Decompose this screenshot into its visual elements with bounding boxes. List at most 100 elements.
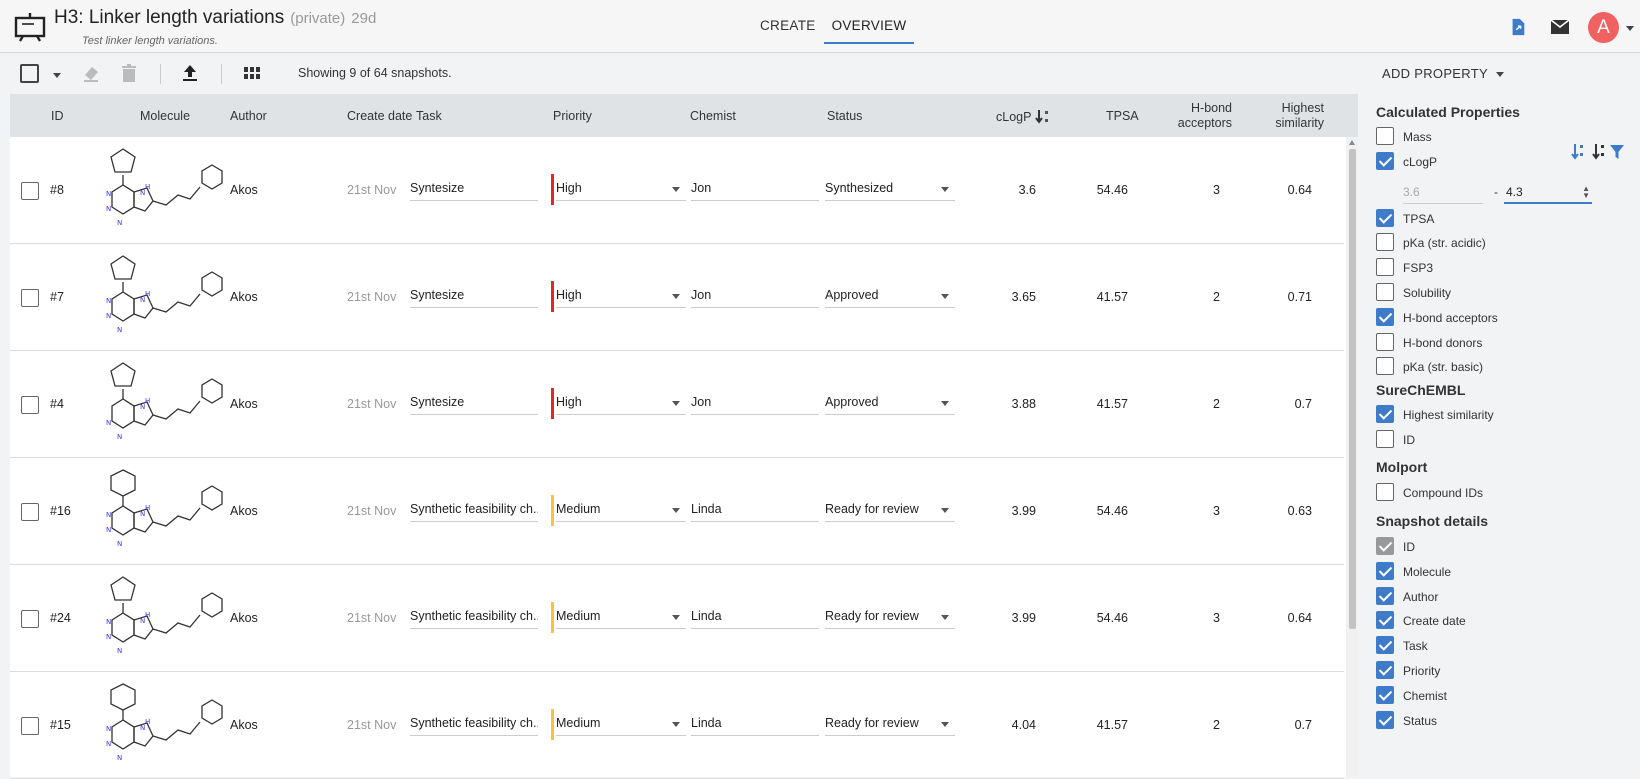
priority-select[interactable]: Medium: [556, 714, 686, 736]
property-checkbox[interactable]: [1376, 685, 1394, 704]
chevron-down-icon: [1495, 72, 1504, 78]
molecule-structure-image[interactable]: HNNNN: [100, 680, 230, 772]
add-property-button[interactable]: ADD PROPERTY: [1382, 66, 1504, 81]
molecule-structure-image[interactable]: HNNN: [100, 359, 230, 451]
row-checkbox[interactable]: [21, 610, 39, 628]
table-row[interactable]: #15 HNNNN Akos 21st Nov Synthetic feasib…: [10, 672, 1344, 779]
task-input[interactable]: Syntesize: [410, 286, 538, 308]
select-menu-caret-icon[interactable]: [53, 73, 61, 78]
trash-icon[interactable]: [119, 63, 139, 83]
property-checkbox[interactable]: [1376, 307, 1394, 326]
property-checkbox[interactable]: [1376, 405, 1394, 423]
row-checkbox[interactable]: [21, 182, 39, 200]
chemist-input[interactable]: Linda: [691, 500, 819, 522]
col-header-molecule[interactable]: Molecule: [140, 109, 190, 123]
clogp-range-min-input[interactable]: 3.6: [1403, 182, 1483, 204]
row-checkbox[interactable]: [21, 503, 39, 521]
property-checkbox[interactable]: [1376, 283, 1394, 301]
chemist-input[interactable]: Jon: [691, 393, 819, 415]
property-checkbox[interactable]: [1376, 127, 1394, 145]
property-checkbox[interactable]: [1376, 537, 1394, 555]
row-checkbox[interactable]: [21, 717, 39, 735]
property-checkbox[interactable]: [1376, 710, 1394, 729]
row-checkbox[interactable]: [21, 289, 39, 307]
property-checkbox[interactable]: [1376, 429, 1394, 448]
priority-select[interactable]: High: [556, 179, 686, 201]
col-header-status[interactable]: Status: [827, 109, 862, 123]
scroll-up-arrow-icon[interactable]: [1349, 140, 1355, 145]
upload-icon[interactable]: [180, 63, 200, 83]
chemist-input[interactable]: Jon: [691, 286, 819, 308]
property-checkbox[interactable]: [1376, 233, 1394, 252]
task-input[interactable]: Synthetic feasibility ch...: [410, 714, 538, 736]
priority-select[interactable]: High: [556, 286, 686, 308]
molecule-structure-image[interactable]: HNNNN: [100, 252, 230, 344]
priority-select[interactable]: Medium: [556, 500, 686, 522]
task-input[interactable]: Synthetic feasibility ch...: [410, 500, 538, 522]
col-header-priority[interactable]: Priority: [553, 109, 592, 123]
table-row[interactable]: #8 HNNNN Akos 21st Nov Syntesize High Jo…: [10, 137, 1344, 244]
molecule-structure-image[interactable]: HNNNN: [100, 466, 230, 558]
table-row[interactable]: #7 HNNNN Akos 21st Nov Syntesize High Jo…: [10, 244, 1344, 351]
sort-ascending-icon[interactable]: [1571, 144, 1583, 160]
clogp-range-max-input[interactable]: 4.3 ▲ ▼: [1504, 182, 1592, 204]
task-input[interactable]: Syntesize: [410, 393, 538, 415]
col-header-id[interactable]: ID: [51, 109, 64, 123]
presentation-board-icon[interactable]: [14, 10, 46, 42]
task-input[interactable]: Synthetic feasibility ch...: [410, 607, 538, 629]
tab-overview[interactable]: OVERVIEW: [823, 0, 915, 44]
scrollbar-thumb[interactable]: [1349, 149, 1356, 629]
property-checkbox[interactable]: [1376, 483, 1394, 501]
priority-select[interactable]: Medium: [556, 607, 686, 629]
status-select[interactable]: Ready for review: [825, 500, 955, 522]
col-header-task[interactable]: Task: [416, 109, 442, 123]
status-select[interactable]: Ready for review: [825, 714, 955, 736]
status-select[interactable]: Approved: [825, 393, 955, 415]
row-checkbox[interactable]: [21, 396, 39, 414]
tab-create[interactable]: CREATE: [752, 0, 824, 44]
eraser-icon[interactable]: [81, 63, 101, 83]
property-checkbox[interactable]: [1376, 661, 1394, 679]
property-checkbox[interactable]: [1376, 357, 1394, 376]
property-checkbox[interactable]: [1376, 208, 1394, 227]
sort-descending-icon[interactable]: [1034, 109, 1051, 125]
task-input[interactable]: Syntesize: [410, 179, 538, 201]
grid-icon[interactable]: [242, 63, 262, 83]
col-header-tpsa[interactable]: TPSA: [1106, 109, 1139, 123]
select-all-checkbox[interactable]: [20, 64, 39, 83]
avatar[interactable]: A: [1588, 12, 1619, 43]
status-select[interactable]: Approved: [825, 286, 955, 308]
share-icon[interactable]: [1508, 18, 1528, 36]
molecule-structure-image[interactable]: HNNNN: [100, 145, 230, 237]
chemist-input[interactable]: Linda: [691, 714, 819, 736]
col-header-author[interactable]: Author: [230, 109, 267, 123]
filter-icon[interactable]: [1610, 145, 1624, 159]
sort-descending-icon[interactable]: [1592, 144, 1604, 160]
chemist-input[interactable]: Jon: [691, 179, 819, 201]
table-row[interactable]: #16 HNNNN Akos 21st Nov Synthetic feasib…: [10, 458, 1344, 565]
property-checkbox[interactable]: [1376, 561, 1394, 580]
property-checkbox[interactable]: [1376, 586, 1394, 605]
col-header-clogp[interactable]: cLogP: [996, 109, 1051, 125]
status-select[interactable]: Synthesized: [825, 179, 955, 201]
property-checkbox[interactable]: [1376, 611, 1394, 630]
property-checkbox[interactable]: [1376, 332, 1394, 351]
table-row[interactable]: #24 HNNNN Akos 21st Nov Synthetic feasib…: [10, 565, 1344, 672]
col-header-hba[interactable]: H-bond acceptors: [1162, 101, 1232, 131]
priority-color-bar: [551, 281, 554, 312]
table-scrollbar[interactable]: [1346, 137, 1358, 777]
priority-select[interactable]: High: [556, 393, 686, 415]
chemist-input[interactable]: Linda: [691, 607, 819, 629]
number-spinner-icon[interactable]: ▲ ▼: [1582, 185, 1590, 200]
mail-icon[interactable]: [1550, 18, 1570, 36]
col-header-chemist[interactable]: Chemist: [690, 109, 736, 123]
molecule-structure-image[interactable]: HNNNN: [100, 573, 230, 665]
col-header-similarity[interactable]: Highest similarity: [1254, 101, 1324, 131]
table-row[interactable]: #4 HNNN Akos 21st Nov Syntesize High Jon…: [10, 351, 1344, 458]
col-header-create-date[interactable]: Create date: [347, 109, 412, 123]
status-select[interactable]: Ready for review: [825, 607, 955, 629]
property-checkbox[interactable]: [1376, 636, 1394, 655]
avatar-menu-caret-icon[interactable]: [1626, 26, 1634, 31]
property-checkbox[interactable]: [1376, 151, 1394, 170]
property-checkbox[interactable]: [1376, 258, 1394, 277]
